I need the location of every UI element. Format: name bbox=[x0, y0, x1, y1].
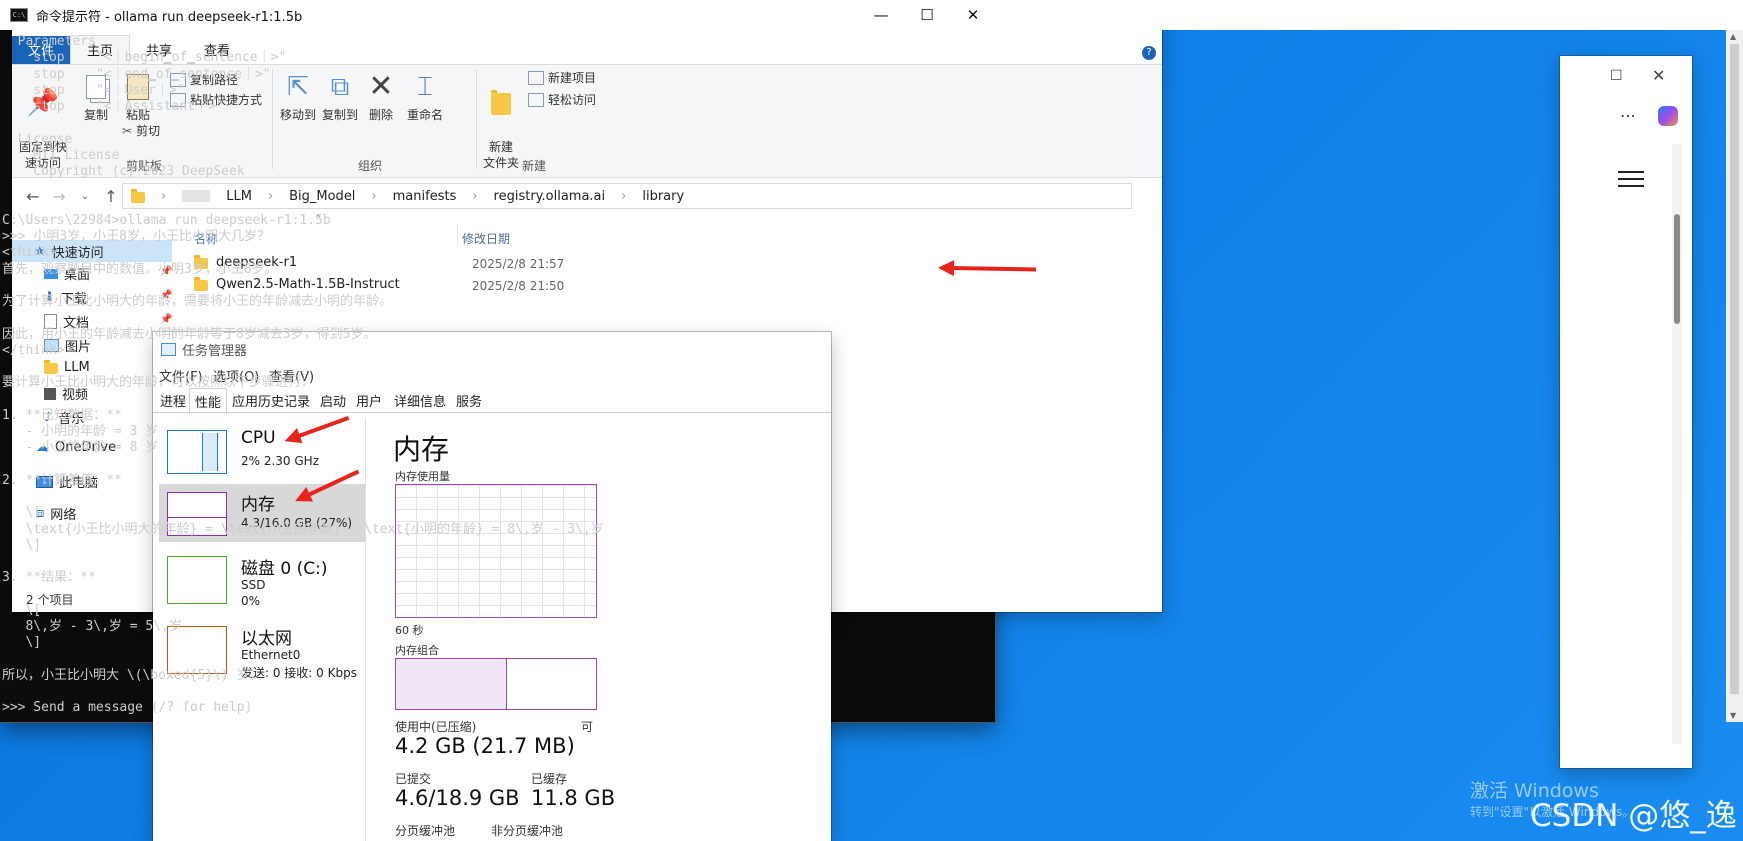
console-line: C:\Users\22984>ollama run deepseek-r1:1.… bbox=[2, 212, 331, 228]
console-line: stop "<｜end▁of▁sentence｜>" bbox=[2, 66, 271, 82]
more-options-icon[interactable]: ⋯ bbox=[1620, 106, 1636, 125]
console-line: \text{小王比小明大的年龄} = \text{小王的年龄} - \text{… bbox=[2, 521, 604, 537]
console-line: \] bbox=[2, 537, 42, 553]
console-line: - 小王的年龄 = 8 岁 bbox=[2, 440, 159, 456]
browser-window: ☐ ✕ ⋯ bbox=[1560, 56, 1692, 768]
console-line: Parameters bbox=[2, 34, 96, 49]
console-output[interactable]: Parameters stop "<｜begin▁of▁sentence｜>" … bbox=[2, 32, 972, 718]
cmd-icon: C:\ bbox=[10, 8, 28, 22]
console-line: </think> bbox=[2, 342, 65, 358]
console-line: stop "<｜Assistant｜>" bbox=[2, 99, 224, 114]
hamburger-menu-icon[interactable] bbox=[1618, 166, 1644, 192]
cmd-title: 命令提示符 - ollama run deepseek-r1:1.5b bbox=[36, 9, 303, 25]
console-line: \] bbox=[2, 635, 42, 651]
cmd-scrollbar[interactable]: ▲ ▼ bbox=[1726, 30, 1743, 722]
cmd-close-button[interactable]: ✕ bbox=[950, 0, 996, 30]
command-prompt-window: C:\ 命令提示符 - ollama run deepseek-r1:1.5b … bbox=[0, 0, 1743, 722]
cmd-minimize-button[interactable]: — bbox=[858, 0, 904, 30]
console-line: MIT License bbox=[2, 147, 120, 163]
console-line: Copyright (c) 2023 DeepSeek bbox=[2, 164, 245, 179]
console-line: 所以，小王比小明大 \(\boxed{5}\) 岁。 bbox=[2, 667, 263, 683]
cached-value: 11.8 GB bbox=[531, 786, 616, 810]
console-line: 为了计算小王比小明大的年龄，需要将小王的年龄减去小明的年龄。 bbox=[2, 294, 393, 309]
console-line: - 小明的年龄 = 3 岁 bbox=[2, 424, 159, 439]
cached-label: 已缓存 bbox=[531, 772, 568, 786]
console-line: stop "<｜User｜>" bbox=[2, 82, 185, 98]
committed-value: 4.6/18.9 GB bbox=[395, 786, 520, 810]
console-line: 因此，用小王的年龄减去小明的年龄等于8岁减去3岁，得到5岁。 bbox=[2, 326, 377, 342]
copilot-icon[interactable] bbox=[1658, 106, 1678, 126]
console-line: >>> Send a message (/? for help) bbox=[2, 700, 253, 716]
paged-pool-label: 分页缓冲池 bbox=[395, 824, 456, 838]
help-icon[interactable]: ? bbox=[1142, 46, 1156, 60]
console-line: 首先，观察题目中的数值。小明3岁，小王8岁。 bbox=[2, 261, 278, 277]
browser-scrollbar[interactable] bbox=[1672, 144, 1682, 744]
console-line: 要计算小王比小明大的年龄，可以按照以下步骤进行： bbox=[2, 375, 315, 391]
in-use-label: 使用中(已压缩) bbox=[395, 720, 477, 734]
console-line: 3. **结果：** bbox=[2, 570, 96, 586]
console-line: 2. **计算差值：** bbox=[2, 472, 122, 488]
console-line: <think> bbox=[2, 245, 57, 261]
cmd-maximize-button[interactable]: ☐ bbox=[904, 0, 950, 30]
csdn-watermark: CSDN @悠_逸 bbox=[1530, 798, 1737, 834]
maximize-icon[interactable]: ☐ bbox=[1610, 68, 1623, 84]
nonpaged-pool-label: 非分页缓冲池 bbox=[491, 824, 564, 838]
console-line: 1. **已知数据：** bbox=[2, 407, 122, 423]
console-line: \[ bbox=[2, 505, 42, 521]
console-line: License bbox=[2, 131, 73, 147]
console-line: 8\,岁 - 3\,岁 = 5\,岁 bbox=[2, 619, 182, 634]
in-use-value: 4.2 GB (21.7 MB) bbox=[395, 734, 575, 758]
close-icon[interactable]: ✕ bbox=[1652, 66, 1665, 85]
console-line: \[ bbox=[2, 602, 42, 618]
console-line: >>> 小明3岁，小王8岁，小王比小明大几岁？ bbox=[2, 229, 270, 244]
committed-label: 已提交 bbox=[395, 772, 432, 786]
cmd-scroll-thumb[interactable] bbox=[1730, 44, 1739, 694]
available-label-cut: 可 bbox=[581, 720, 594, 734]
console-line: stop "<｜begin▁of▁sentence｜>" bbox=[2, 50, 287, 66]
